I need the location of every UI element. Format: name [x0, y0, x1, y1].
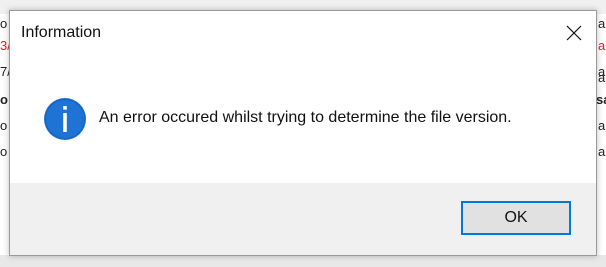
background-text-fragment: a — [598, 144, 606, 159]
dialog-message: An error occured whilst trying to determ… — [99, 109, 512, 126]
background-text-fragment: o — [0, 16, 8, 31]
background-text-fragment: a — [598, 118, 606, 133]
background-text-fragment: o — [0, 92, 8, 107]
background-text-fragment: a — [598, 38, 606, 53]
background-text-fragment: o — [0, 118, 8, 133]
close-button[interactable] — [550, 11, 596, 55]
information-icon — [44, 98, 86, 140]
background-status-bar — [0, 255, 606, 267]
background-text-fragment: sa — [596, 92, 606, 107]
dialog-title: Information — [21, 24, 102, 41]
dialog-footer: OK — [10, 183, 596, 255]
dialog-titlebar[interactable]: Information — [10, 11, 596, 55]
screen: o 3/ 7/ o o o a a a a sa a a Information — [0, 0, 606, 267]
information-dialog: Information An error occured whilst tryi… — [9, 10, 597, 256]
background-text-fragment: a — [598, 70, 606, 85]
background-text-fragment: a — [598, 16, 606, 31]
dialog-content: An error occured whilst trying to determ… — [10, 55, 596, 183]
ok-button[interactable]: OK — [461, 201, 571, 235]
close-icon — [566, 25, 582, 41]
background-text-fragment: o — [0, 144, 8, 159]
